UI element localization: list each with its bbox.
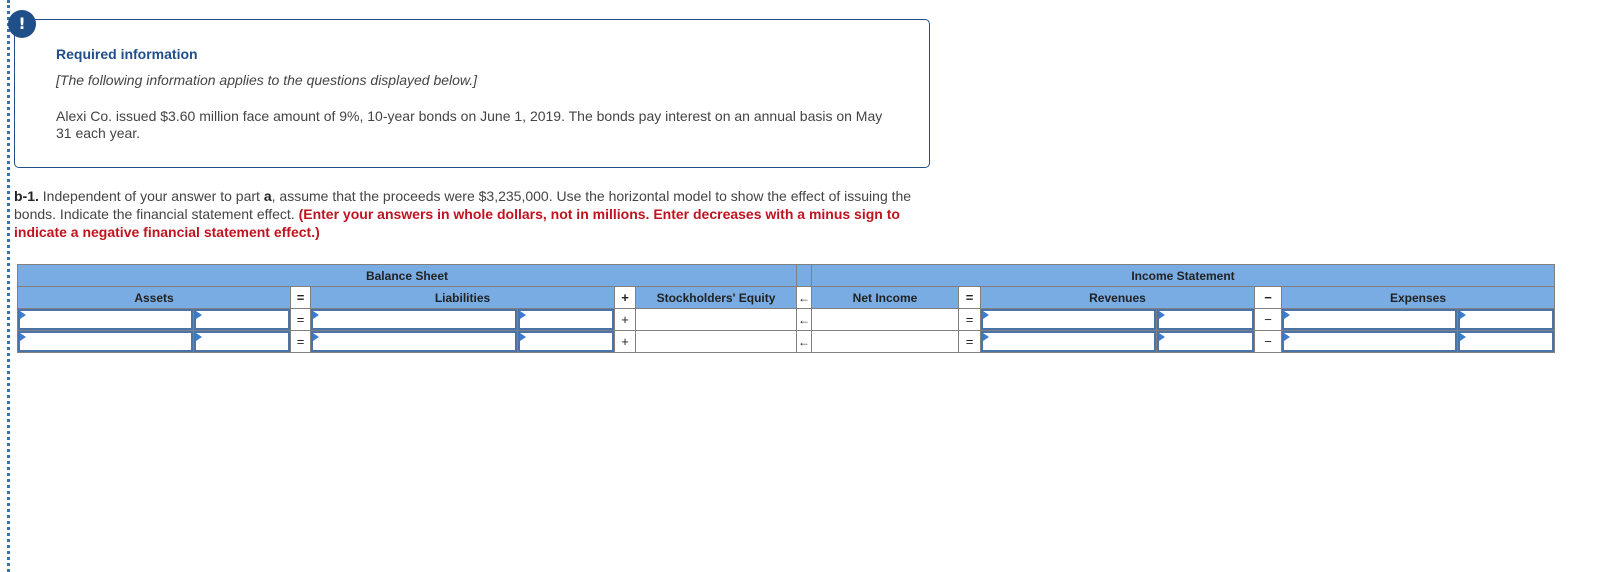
minus-operator: − [1254,286,1282,309]
revenues-account-cell [980,308,1157,331]
left-dotted-rail [7,0,10,572]
equals-operator: = [958,308,981,331]
minus-operator: − [1254,330,1282,353]
assets-account-input[interactable] [18,331,193,352]
assets-amount-cell [193,308,291,331]
expenses-account-input[interactable] [1282,331,1457,352]
plus-operator: + [614,308,636,331]
liabilities-account-cell [310,308,518,331]
expenses-account-cell [1281,308,1458,331]
equals-operator: = [958,330,981,353]
revenues-amount-input[interactable] [1157,309,1254,330]
header-separator [796,264,812,287]
minus-operator: − [1254,308,1282,331]
net-income-value [811,308,959,331]
assets-amount-cell [193,330,291,353]
left-arrow-icon: ← [796,330,812,353]
expenses-amount-cell [1457,330,1555,353]
liabilities-amount-input[interactable] [518,331,614,352]
revenues-amount-cell [1156,330,1255,353]
liabilities-account-input[interactable] [311,309,517,330]
expenses-header: Expenses [1281,286,1555,309]
expenses-amount-input[interactable] [1458,309,1554,330]
column-header-row: Assets = Liabilities + Stockholders' Equ… [17,286,1555,309]
revenues-account-cell [980,330,1157,353]
table-row: = + ← = − [17,330,1555,353]
revenues-amount-cell [1156,308,1255,331]
assets-account-cell [17,308,194,331]
assets-amount-input[interactable] [194,331,290,352]
liabilities-amount-cell [517,308,615,331]
net-income-header: Net Income [811,286,959,309]
required-information-note: [The following information applies to th… [56,72,478,88]
revenues-account-input[interactable] [981,309,1156,330]
required-information-title: Required information [56,46,198,62]
question-label: b-1. [14,188,39,204]
left-arrow-icon: ← [796,308,812,331]
stockholders-equity-header: Stockholders' Equity [635,286,797,309]
expenses-account-cell [1281,330,1458,353]
assets-account-cell [17,330,194,353]
liabilities-amount-input[interactable] [518,309,614,330]
stockholders-equity-value [635,308,797,331]
net-income-value [811,330,959,353]
stockholders-equity-value [635,330,797,353]
table-row: = + ← = − [17,308,1555,331]
plus-operator: + [614,286,636,309]
income-statement-header: Income Statement [811,264,1555,287]
revenues-header: Revenues [980,286,1255,309]
required-information-body: Alexi Co. issued $3.60 million face amou… [56,108,883,141]
question-part-ref: a [263,188,272,204]
balance-sheet-header: Balance Sheet [17,264,797,287]
horizontal-model-table: Balance Sheet Income Statement Assets = … [17,264,1555,353]
group-header-row: Balance Sheet Income Statement [17,264,1555,287]
question-prompt: b-1. Independent of your answer to part … [14,187,934,241]
equals-operator: = [290,308,311,331]
exclamation-icon: ! [8,10,36,38]
expenses-amount-input[interactable] [1458,331,1554,352]
question-text-1: Independent of your answer to part [38,188,264,204]
revenues-account-input[interactable] [981,331,1156,352]
liabilities-amount-cell [517,330,615,353]
liabilities-account-cell [310,330,518,353]
liabilities-account-input[interactable] [311,331,517,352]
revenues-amount-input[interactable] [1157,331,1254,352]
equals-operator: = [290,286,311,309]
expenses-account-input[interactable] [1282,309,1457,330]
liabilities-header: Liabilities [310,286,615,309]
expenses-amount-cell [1457,308,1555,331]
plus-operator: + [614,330,636,353]
equals-operator: = [290,330,311,353]
assets-header: Assets [17,286,291,309]
assets-account-input[interactable] [18,309,193,330]
required-information-panel: Required information [The following info… [14,19,930,168]
left-arrow-icon: ← [796,286,812,309]
equals-operator: = [958,286,981,309]
assets-amount-input[interactable] [194,309,290,330]
